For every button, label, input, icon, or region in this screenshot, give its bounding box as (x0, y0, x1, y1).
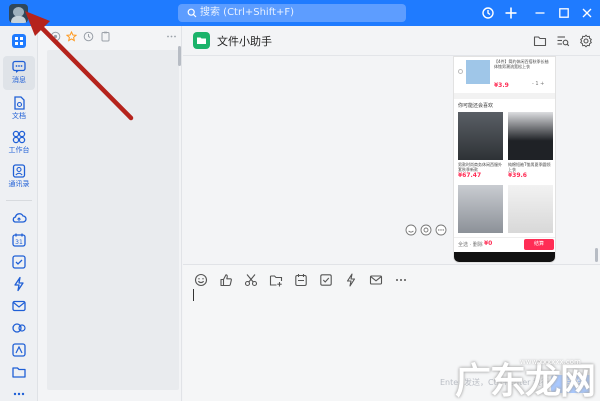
sidebar: 消息 文档 工作台 通讯录 31 (0, 26, 38, 401)
card-image (458, 185, 503, 233)
close-button[interactable] (579, 5, 595, 21)
section-divider (454, 93, 555, 99)
sidebar-item-docs[interactable]: 文档 (3, 92, 35, 126)
cart-bottom-bar: 全选 · 删除 ¥0 结算 (454, 237, 555, 251)
checkout-button: 结算 (524, 239, 554, 250)
emoji-icon[interactable] (405, 224, 417, 236)
lightning-icon[interactable] (11, 276, 27, 292)
document-icon (14, 96, 25, 110)
settings-icon[interactable] (579, 34, 593, 48)
chat-header: 文件小助手 (183, 26, 600, 56)
svg-text:31: 31 (15, 239, 23, 246)
quantity-stepper: - 1 + (532, 81, 545, 87)
maximize-icon (559, 8, 569, 18)
folder-icon (197, 37, 206, 44)
card-image (508, 112, 553, 160)
cart-total: ¥0 (484, 240, 493, 247)
search-list-icon[interactable] (556, 34, 570, 48)
app-window: 搜索 (Ctrl+Shift+F) 消息 文档 工作台 通讯录 31 文件小助手… (0, 0, 600, 401)
sidebar-item-label: 通讯录 (8, 180, 30, 188)
plus-icon (505, 7, 517, 19)
image-message[interactable]: 【4件】简约休闲百搭秋季长袖体恤男潮流宽松上衣 ¥3.9 - 1 + 你可能还会… (453, 56, 556, 263)
chat-area: 文件小助手 【4件】简约休闲百搭秋季长袖体恤男潮流宽松上衣 ¥3.9 - 1 +… (183, 26, 600, 401)
select-radio (458, 69, 463, 74)
minimize-icon (535, 12, 545, 14)
card-desc: 男款时尚商务休闲西服外套秋季新款 (458, 162, 502, 172)
phone-nav-bar (454, 252, 555, 262)
card-image (508, 185, 553, 233)
star-icon[interactable] (66, 31, 77, 42)
chat-title: 文件小助手 (217, 35, 272, 48)
card-price: ¥39.6 (508, 172, 527, 179)
sidebar-divider (6, 200, 32, 201)
calendar-icon[interactable]: 31 (11, 232, 27, 248)
workbench-icon (12, 130, 26, 144)
product-title: 【4件】简约休闲百搭秋季长袖体恤男潮流宽松上衣 (494, 59, 549, 69)
title-bar: 搜索 (Ctrl+Shift+F) (0, 0, 600, 26)
sidebar-item-messages[interactable]: 消息 (3, 56, 35, 90)
mail-icon[interactable] (11, 298, 27, 314)
search-box[interactable]: 搜索 (Ctrl+Shift+F) (178, 4, 406, 22)
approval-icon[interactable] (11, 342, 27, 358)
target-icon[interactable] (50, 31, 61, 42)
product-price: ¥3.9 (494, 82, 509, 89)
cloud-icon[interactable] (11, 210, 27, 226)
sidebar-item-contacts[interactable]: 通讯录 (3, 160, 35, 194)
recommend-card (508, 185, 553, 233)
select-all-text: 全选 · 删除 (458, 242, 483, 248)
todo-icon[interactable] (11, 254, 27, 270)
search-placeholder: 搜索 (Ctrl+Shift+F) (200, 7, 295, 18)
file-assistant-avatar[interactable] (193, 32, 210, 49)
card-image (458, 112, 503, 160)
card-price: ¥67.47 (458, 172, 482, 179)
contacts-icon (12, 164, 26, 178)
minimize-button[interactable] (532, 5, 548, 21)
more-icon[interactable] (11, 386, 27, 401)
product-thumbnail (466, 60, 490, 84)
recommend-card: 纯棉短袖T恤男夏季圆领上衣 ¥39.6 (508, 112, 553, 184)
message-icon (12, 60, 26, 73)
chat-scrollbar[interactable] (595, 248, 598, 262)
clipboard-icon[interactable] (100, 31, 111, 42)
history-icon (482, 7, 494, 19)
watermark-url: www.xxxxxx.com (520, 358, 581, 366)
folder-icon[interactable] (533, 34, 547, 48)
conversation-list-pane (39, 26, 182, 401)
clock-icon[interactable] (83, 31, 94, 42)
sidebar-item-apps[interactable] (3, 30, 35, 52)
search-icon (187, 8, 197, 18)
list-toolbar (39, 26, 182, 48)
card-desc: 纯棉短袖T恤男夏季圆领上衣 (508, 162, 551, 172)
user-avatar[interactable] (9, 4, 28, 23)
recommend-title: 你可能还会喜欢 (458, 103, 494, 109)
more-icon[interactable] (435, 224, 447, 236)
folder-icon[interactable] (11, 364, 27, 380)
add-button[interactable] (503, 5, 519, 21)
more-icon[interactable] (166, 31, 177, 42)
meeting-icon[interactable] (11, 320, 27, 336)
recommend-card (458, 185, 503, 233)
sidebar-item-label: 工作台 (8, 146, 30, 154)
close-icon (582, 8, 592, 18)
recommend-card: 男款时尚商务休闲西服外套秋季新款 ¥67.47 (458, 112, 503, 184)
sidebar-item-workbench[interactable]: 工作台 (3, 126, 35, 160)
history-button[interactable] (480, 5, 496, 21)
reply-icon[interactable] (420, 224, 432, 236)
sidebar-item-label: 文档 (12, 112, 26, 120)
sidebar-item-label: 消息 (12, 76, 26, 84)
list-scrollbar[interactable] (178, 46, 181, 66)
message-actions (405, 223, 449, 237)
app-grid-icon (12, 34, 26, 48)
conversation-list[interactable] (47, 50, 179, 390)
maximize-button[interactable] (556, 5, 572, 21)
